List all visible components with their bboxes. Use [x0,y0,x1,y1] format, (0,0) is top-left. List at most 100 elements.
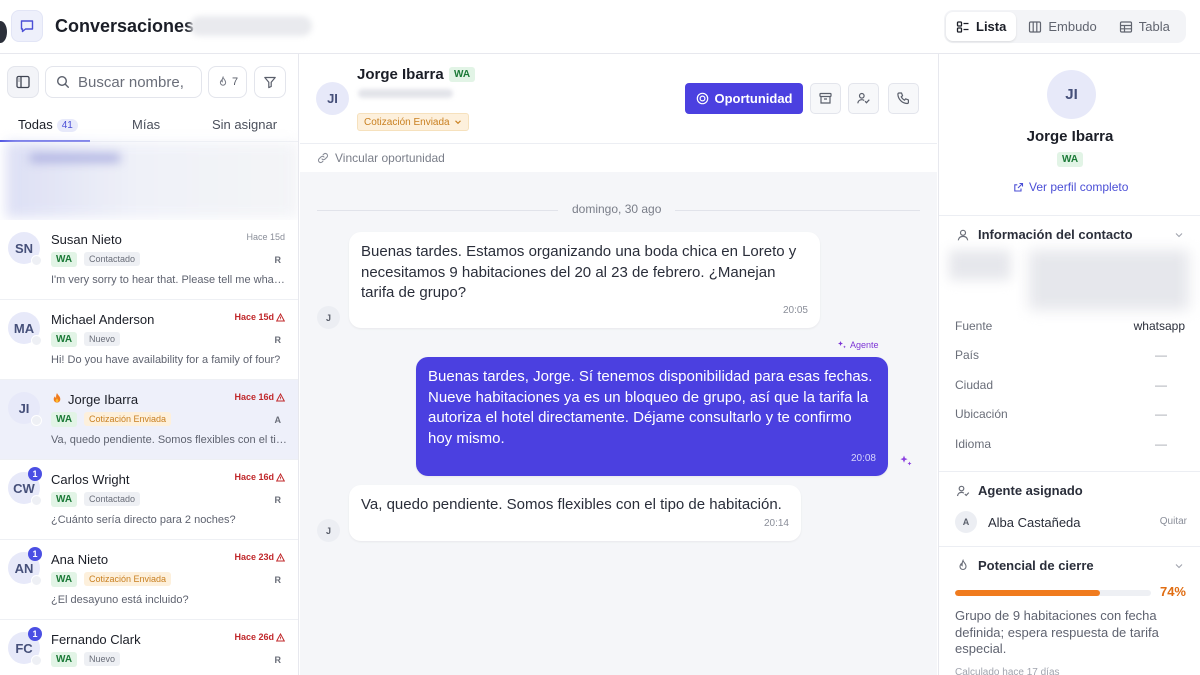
profile-name: Jorge Ibarra [1026,128,1114,145]
conversation-item[interactable]: JI Jorge Ibarra Hace 16d WA Cotización E… [0,380,298,460]
last-activity-time: Hace 23d [234,552,285,562]
field-ubicacion: Ubicación — [955,407,1185,421]
tab-todas[interactable]: Todas 41 [18,117,78,132]
hot-filter-button[interactable]: 7 [208,66,247,98]
list-icon [956,20,970,34]
chat-header: JI Jorge Ibarra WA Cotización Enviada Op… [300,54,937,144]
chat-app-icon[interactable] [11,10,43,42]
user-icon [956,228,970,242]
conversation-item[interactable]: SN Susan Nieto Hace 15d WA Contactado R … [0,220,298,300]
closing-potential-header[interactable]: Potencial de cierre [956,558,1094,573]
user-check-icon [856,91,871,106]
message-thread: domingo, 30 ago J Buenas tardes. Estamos… [300,172,937,675]
warning-icon [276,632,285,642]
contact-name: Fernando Clark [51,632,141,647]
view-list-button[interactable]: Lista [946,12,1017,41]
link-icon [317,152,329,164]
hot-count: 7 [231,76,239,88]
search-input[interactable] [78,73,188,91]
warning-icon [276,552,285,562]
field-label: Fuente [955,319,993,333]
message-time: 20:08 [850,452,876,464]
field-fuente: Fuente whatsapp [955,319,1185,333]
tab-mias[interactable]: Mías [132,117,160,132]
warning-icon [276,472,285,482]
chevron-down-icon[interactable] [1174,230,1184,240]
link-opportunity-row[interactable]: Vincular oportunidad [300,144,937,172]
message-bubble-incoming: Va, quedo pendiente. Somos flexibles con… [349,485,801,541]
conversation-item[interactable]: FC 1 Fernando Clark Hace 26d WA Nuevo R … [0,620,298,675]
assignee-initial: R [274,495,282,505]
last-activity-time: Hace 15d [246,232,285,242]
target-icon [696,92,709,105]
tab-todas-label: Todas [18,117,53,132]
conversation-item[interactable]: AN 1 Ana Nieto Hace 23d WA Cotización En… [0,540,298,620]
archive-button[interactable] [810,83,841,114]
link-opportunity-label: Vincular oportunidad [335,151,445,165]
field-ciudad: Ciudad — [955,378,1185,392]
field-pais: País — [955,348,1185,362]
message-preview: ¿Cuánto sería directo para 2 noches? [51,514,236,526]
agent-name: Alba Castañeda [988,515,1081,530]
field-value: whatsapp [1133,319,1185,333]
assignee-initial: A [274,415,282,425]
message-text: Buenas tardes. Estamos organizando una b… [361,243,797,301]
filter-icon [263,75,277,89]
channel-badge: WA [51,652,78,667]
status-badge: Nuevo [84,652,121,666]
avatar-status-dot [31,655,42,666]
call-button[interactable] [888,83,919,114]
flame-icon [217,76,229,88]
opportunity-button[interactable]: Oportunidad [685,83,803,114]
message-time: 20:14 [763,517,789,529]
conversation-sidebar: 7 Todas41 Mías Sin asignar SN Susan Niet… [0,54,299,675]
external-link-icon [1013,182,1024,193]
message-preview: I'm very sorry to hear that. Please tell… [51,274,287,286]
view-funnel-button[interactable]: Embudo [1018,12,1106,41]
tab-todas-count: 41 [56,119,78,132]
sidebar-toolbar: 7 [0,54,298,108]
channel-badge: WA [51,572,78,587]
assign-user-button[interactable] [848,83,879,114]
date-separator: domingo, 30 ago [558,202,676,216]
field-value: — [1155,348,1167,362]
closing-potential-description: Grupo de 9 habitaciones con fecha defini… [955,608,1159,656]
chat-channel-badge: WA [449,67,476,82]
message-preview: Va, quedo pendiente. Somos flexibles con… [51,434,287,446]
conversation-item[interactable]: MA Michael Anderson Hace 15d WA Nuevo R … [0,300,298,380]
field-value: — [1155,407,1167,421]
view-list-label: Lista [976,19,1007,34]
chevron-down-icon [454,118,462,126]
flame-icon [956,558,970,573]
message-preview: Hi! Do you have availability for a famil… [51,354,281,366]
unread-badge: 1 [28,467,42,481]
assigned-agent-row: A Alba Castañeda Quitar [955,511,1187,533]
chat-contact-avatar: JI [316,82,349,115]
field-label: Ciudad [955,378,994,392]
edge-handle [0,21,7,43]
page-title: Conversaciones [55,16,195,36]
toggle-sidebar-button[interactable] [7,66,39,98]
chat-contact-name: Jorge Ibarra [357,66,444,83]
remove-agent-button[interactable]: Quitar [1160,516,1187,527]
view-table-button[interactable]: Tabla [1109,12,1180,41]
status-dropdown[interactable]: Cotización Enviada [357,113,469,131]
blurred-subtitle [190,16,312,36]
columns-icon [1028,20,1042,34]
warning-icon [276,312,285,322]
view-full-profile-link[interactable]: Ver perfil completo [1013,180,1128,194]
assignee-initial: R [274,655,282,665]
channel-badge: WA [51,492,78,507]
filter-button[interactable] [254,66,286,98]
last-activity-time: Hace 15d [234,312,285,322]
profile-avatar: JI [1047,70,1096,119]
contact-info-header[interactable]: Información del contacto [956,227,1133,242]
chevron-down-icon[interactable] [1174,561,1184,571]
last-activity-time: Hace 16d [234,392,285,402]
agent-avatar: A [955,511,977,533]
conversation-item[interactable]: CW 1 Carlos Wright Hace 16d WA Contactad… [0,460,298,540]
assigned-agent-header[interactable]: Agente asignado [956,483,1083,498]
flame-icon [51,392,68,407]
tab-sin-asignar[interactable]: Sin asignar [212,117,277,132]
status-badge: Contactado [84,492,141,506]
